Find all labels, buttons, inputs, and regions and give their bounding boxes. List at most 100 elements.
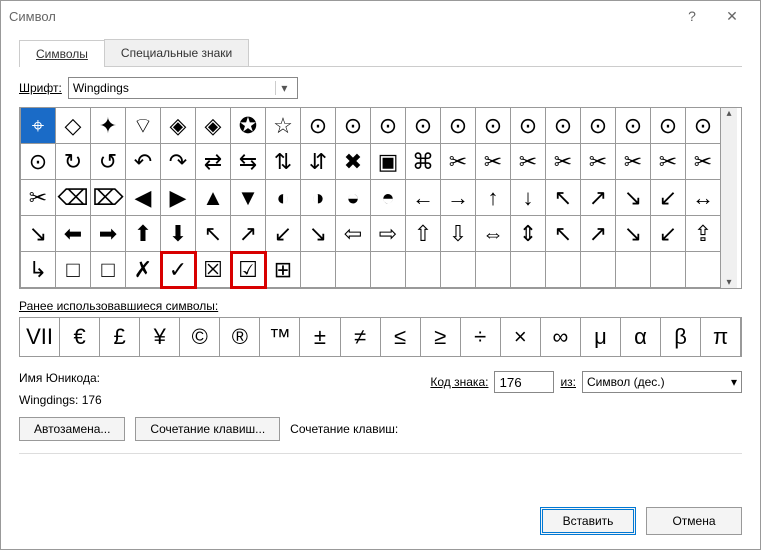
symbol-cell[interactable]: ↘: [301, 216, 336, 252]
symbol-cell[interactable]: ↗: [581, 180, 616, 216]
symbol-cell[interactable]: ☑: [231, 252, 266, 288]
symbol-cell[interactable]: ☆: [266, 108, 301, 144]
symbol-cell[interactable]: [546, 252, 581, 288]
symbol-cell[interactable]: ←: [406, 180, 441, 216]
symbol-cell[interactable]: ↷: [161, 144, 196, 180]
symbol-cell[interactable]: [581, 252, 616, 288]
symbol-cell[interactable]: ⊙: [336, 108, 371, 144]
symbol-cell[interactable]: ⊙: [581, 108, 616, 144]
symbol-cell[interactable]: ↙: [651, 216, 686, 252]
symbol-cell[interactable]: ↘: [616, 216, 651, 252]
symbol-cell[interactable]: [406, 252, 441, 288]
recent-symbol-cell[interactable]: ×: [501, 318, 541, 356]
symbol-cell[interactable]: ↗: [231, 216, 266, 252]
cancel-button[interactable]: Отмена: [646, 507, 742, 535]
symbol-cell[interactable]: ⌘: [406, 144, 441, 180]
symbol-cell[interactable]: ↘: [21, 216, 56, 252]
recent-symbol-cell[interactable]: ∞: [541, 318, 581, 356]
symbol-cell[interactable]: ⌖: [21, 108, 56, 144]
symbol-cell[interactable]: ⇆: [231, 144, 266, 180]
symbol-cell[interactable]: ⊙: [686, 108, 721, 144]
symbol-cell[interactable]: ▲: [196, 180, 231, 216]
symbol-cell[interactable]: [511, 252, 546, 288]
symbol-cell[interactable]: ↙: [651, 180, 686, 216]
from-select[interactable]: Символ (дес.) ▾: [582, 371, 742, 393]
symbol-cell[interactable]: [651, 252, 686, 288]
recent-symbol-cell[interactable]: ≠: [341, 318, 381, 356]
shortcut-button[interactable]: Сочетание клавиш...: [135, 417, 280, 441]
tab-special[interactable]: Специальные знаки: [104, 39, 249, 66]
symbol-cell[interactable]: ⇵: [301, 144, 336, 180]
symbol-cell[interactable]: ⇧: [406, 216, 441, 252]
symbol-cell[interactable]: ⊙: [21, 144, 56, 180]
symbol-cell[interactable]: ↳: [21, 252, 56, 288]
symbol-cell[interactable]: ▣: [371, 144, 406, 180]
symbol-cell[interactable]: →: [441, 180, 476, 216]
symbol-cell[interactable]: ⊙: [406, 108, 441, 144]
symbol-cell[interactable]: ◐: [266, 180, 301, 216]
symbol-cell[interactable]: ⇪: [686, 216, 721, 252]
symbol-cell[interactable]: ◈: [196, 108, 231, 144]
recent-symbol-cell[interactable]: ©: [180, 318, 220, 356]
symbol-cell[interactable]: ⊙: [476, 108, 511, 144]
symbol-cell[interactable]: ⊙: [371, 108, 406, 144]
symbol-cell[interactable]: ⇩: [441, 216, 476, 252]
scroll-up-icon[interactable]: ▴: [726, 108, 731, 119]
symbol-cell[interactable]: ✪: [231, 108, 266, 144]
scroll-down-icon[interactable]: ▾: [726, 277, 731, 288]
symbol-cell[interactable]: ✖: [336, 144, 371, 180]
symbol-cell[interactable]: ▶: [161, 180, 196, 216]
symbol-cell[interactable]: □: [91, 252, 126, 288]
recent-symbol-cell[interactable]: ≥: [421, 318, 461, 356]
recent-symbol-cell[interactable]: ≤: [381, 318, 421, 356]
symbol-cell[interactable]: ↖: [546, 180, 581, 216]
symbol-cell[interactable]: ↗: [581, 216, 616, 252]
recent-symbol-cell[interactable]: ¥: [140, 318, 180, 356]
scrollbar[interactable]: ▴ ▾: [721, 108, 737, 288]
symbol-cell[interactable]: ⬆: [126, 216, 161, 252]
symbol-cell[interactable]: ⇨: [371, 216, 406, 252]
symbol-cell[interactable]: ⇅: [266, 144, 301, 180]
symbol-cell[interactable]: ⬇: [161, 216, 196, 252]
symbol-cell[interactable]: ⊞: [266, 252, 301, 288]
symbol-cell[interactable]: ◓: [371, 180, 406, 216]
symbol-cell[interactable]: [371, 252, 406, 288]
symbol-cell[interactable]: ☒: [196, 252, 231, 288]
symbol-cell[interactable]: ↓: [511, 180, 546, 216]
symbol-cell[interactable]: □: [56, 252, 91, 288]
tab-symbols[interactable]: Символы: [19, 40, 105, 67]
code-input[interactable]: [494, 371, 554, 393]
symbol-cell[interactable]: ◑: [301, 180, 336, 216]
symbol-cell[interactable]: ⇕: [511, 216, 546, 252]
symbol-cell[interactable]: ↘: [616, 180, 651, 216]
symbol-cell[interactable]: ✦: [91, 108, 126, 144]
symbol-cell[interactable]: ◀: [126, 180, 161, 216]
symbol-cell[interactable]: [616, 252, 651, 288]
symbol-cell[interactable]: ⊙: [301, 108, 336, 144]
symbol-cell[interactable]: ▼: [231, 180, 266, 216]
symbol-cell[interactable]: ✂: [441, 144, 476, 180]
symbol-cell[interactable]: ⊙: [546, 108, 581, 144]
symbol-cell[interactable]: [336, 252, 371, 288]
symbol-cell[interactable]: ⇦: [336, 216, 371, 252]
recent-symbol-cell[interactable]: ±: [300, 318, 340, 356]
symbol-cell[interactable]: [476, 252, 511, 288]
symbol-cell[interactable]: ✗: [126, 252, 161, 288]
symbol-cell[interactable]: ⊙: [441, 108, 476, 144]
symbol-cell[interactable]: ↶: [126, 144, 161, 180]
symbol-cell[interactable]: ✂: [651, 144, 686, 180]
symbol-cell[interactable]: ⇄: [196, 144, 231, 180]
symbol-cell[interactable]: ✂: [476, 144, 511, 180]
symbol-cell[interactable]: ✂: [616, 144, 651, 180]
symbol-cell[interactable]: ⊙: [651, 108, 686, 144]
recent-symbol-cell[interactable]: π: [701, 318, 741, 356]
symbol-cell[interactable]: ✂: [581, 144, 616, 180]
symbol-cell[interactable]: ⊙: [511, 108, 546, 144]
recent-symbol-cell[interactable]: α: [621, 318, 661, 356]
help-icon[interactable]: ?: [672, 8, 712, 24]
recent-symbol-cell[interactable]: VII: [20, 318, 60, 356]
recent-symbol-cell[interactable]: ™: [260, 318, 300, 356]
symbol-cell[interactable]: [686, 252, 721, 288]
symbol-cell[interactable]: ➡: [91, 216, 126, 252]
recent-symbol-cell[interactable]: β: [661, 318, 701, 356]
